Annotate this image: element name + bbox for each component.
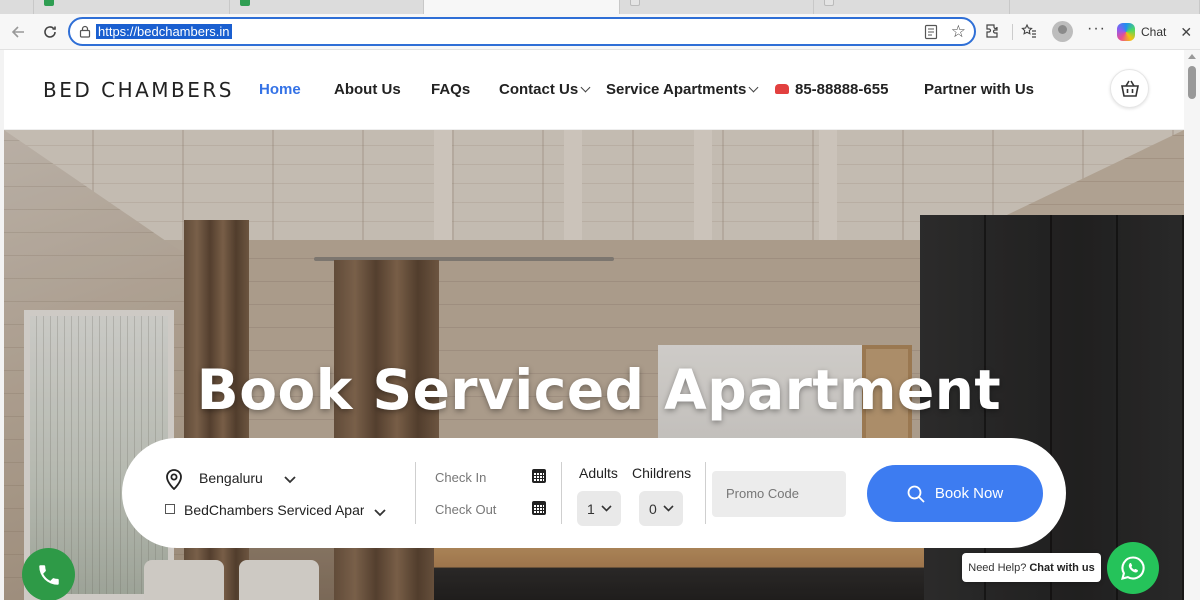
cart-button[interactable]: [1110, 69, 1149, 108]
chevron-down-icon: [580, 82, 591, 93]
close-icon[interactable]: ✕: [1180, 24, 1192, 41]
field-divider: [561, 462, 562, 524]
copilot-icon: [1117, 23, 1135, 41]
chevron-down-icon[interactable]: [284, 471, 296, 489]
calendar-icon[interactable]: [532, 501, 546, 515]
page-scrollbar[interactable]: [1184, 50, 1200, 600]
more-options-icon[interactable]: ···: [1087, 20, 1106, 38]
scroll-thumb[interactable]: [1188, 66, 1196, 99]
chat-with-us-link[interactable]: Chat with us: [1029, 562, 1094, 574]
toolbar-divider: [1012, 24, 1013, 40]
favorite-star-icon[interactable]: ☆: [951, 22, 966, 42]
browser-tab-strip: [0, 0, 1200, 14]
field-divider: [415, 462, 416, 524]
extensions-icon[interactable]: [985, 23, 1001, 43]
chevron-down-icon: [748, 82, 759, 93]
chat-label: Chat: [1141, 25, 1167, 39]
whatsapp-icon: [1121, 556, 1145, 580]
city-select[interactable]: Bengaluru: [199, 470, 263, 486]
adults-value: 1: [587, 500, 595, 517]
children-value: 0: [649, 500, 657, 517]
whatsapp-button[interactable]: [1107, 542, 1159, 594]
field-divider: [705, 462, 706, 524]
nav-faqs[interactable]: FAQs: [431, 81, 470, 98]
favorites-icon[interactable]: [1021, 23, 1037, 43]
website-viewport: BED CHAMBERS Home About Us FAQs Contact …: [4, 50, 1184, 600]
adults-select[interactable]: 1: [577, 491, 621, 526]
browser-tab[interactable]: [1010, 0, 1200, 14]
profile-avatar[interactable]: [1052, 21, 1073, 42]
phone-number: 85-88888-655: [795, 81, 889, 98]
nav-phone[interactable]: 85-88888-655: [775, 81, 888, 98]
browser-tab[interactable]: [34, 0, 230, 14]
tab-favicon-icon: [630, 0, 640, 6]
search-icon: [907, 485, 925, 503]
basket-icon: [1120, 80, 1139, 97]
calendar-icon[interactable]: [532, 469, 546, 483]
phone-icon: [38, 564, 59, 585]
scroll-up-arrow-icon[interactable]: [1188, 54, 1196, 59]
nav-contact-us[interactable]: Contact Us: [499, 81, 591, 98]
check-out-field[interactable]: Check Out: [435, 502, 496, 517]
reload-icon[interactable]: [38, 20, 62, 44]
children-select[interactable]: 0: [639, 491, 683, 526]
site-header: BED CHAMBERS Home About Us FAQs Contact …: [4, 50, 1184, 130]
help-text: Need Help?: [968, 561, 1027, 574]
building-icon: [165, 504, 175, 514]
chevron-down-icon: [601, 505, 612, 512]
address-url[interactable]: https://bedchambers.in: [96, 24, 232, 39]
chat-help-bubble[interactable]: Need Help? Chat with us: [962, 553, 1101, 582]
browser-toolbar: https://bedchambers.in ☆ ··· Chat ✕: [0, 14, 1200, 50]
phone-icon: [775, 84, 789, 94]
call-button[interactable]: [22, 548, 75, 600]
copilot-chat-button[interactable]: Chat ✕: [1112, 19, 1196, 45]
location-pin-icon: [164, 468, 184, 495]
nav-about-us[interactable]: About Us: [334, 81, 401, 98]
reader-view-icon[interactable]: [924, 24, 938, 45]
back-icon[interactable]: [6, 20, 30, 44]
nav-service-label: Service Apartments: [606, 81, 747, 98]
chevron-down-icon: [663, 505, 674, 512]
tab-favicon-icon: [824, 0, 834, 6]
book-now-button[interactable]: Book Now: [867, 465, 1043, 522]
browser-tab[interactable]: [0, 0, 34, 14]
chevron-down-icon[interactable]: [374, 504, 386, 522]
nav-home[interactable]: Home: [259, 81, 301, 98]
tab-favicon-icon: [240, 0, 250, 6]
booking-bar: Bengaluru BedChambers Serviced Apart Che…: [122, 438, 1066, 548]
nav-service-apartments[interactable]: Service Apartments: [606, 81, 759, 98]
browser-tab-active[interactable]: [424, 0, 620, 14]
book-now-label: Book Now: [934, 485, 1004, 502]
property-select[interactable]: BedChambers Serviced Apart: [184, 502, 364, 518]
adults-label: Adults: [579, 465, 618, 481]
browser-tab[interactable]: [814, 0, 1010, 14]
nav-contact-label: Contact Us: [499, 81, 579, 98]
site-logo[interactable]: BED CHAMBERS: [43, 78, 234, 102]
browser-tab[interactable]: [230, 0, 424, 14]
address-bar[interactable]: https://bedchambers.in ☆: [68, 17, 976, 46]
browser-tab[interactable]: [620, 0, 814, 14]
children-label: Childrens: [632, 465, 692, 481]
nav-partner-with-us[interactable]: Partner with Us: [924, 81, 1034, 98]
check-in-field[interactable]: Check In: [435, 470, 486, 485]
tab-favicon-icon: [44, 0, 54, 6]
hero-section: Book Serviced Apartment Bengaluru BedCha…: [4, 130, 1184, 600]
hero-title: Book Serviced Apartment: [196, 358, 1002, 422]
promo-code-input[interactable]: Promo Code: [712, 471, 846, 517]
lock-icon[interactable]: [79, 25, 91, 43]
